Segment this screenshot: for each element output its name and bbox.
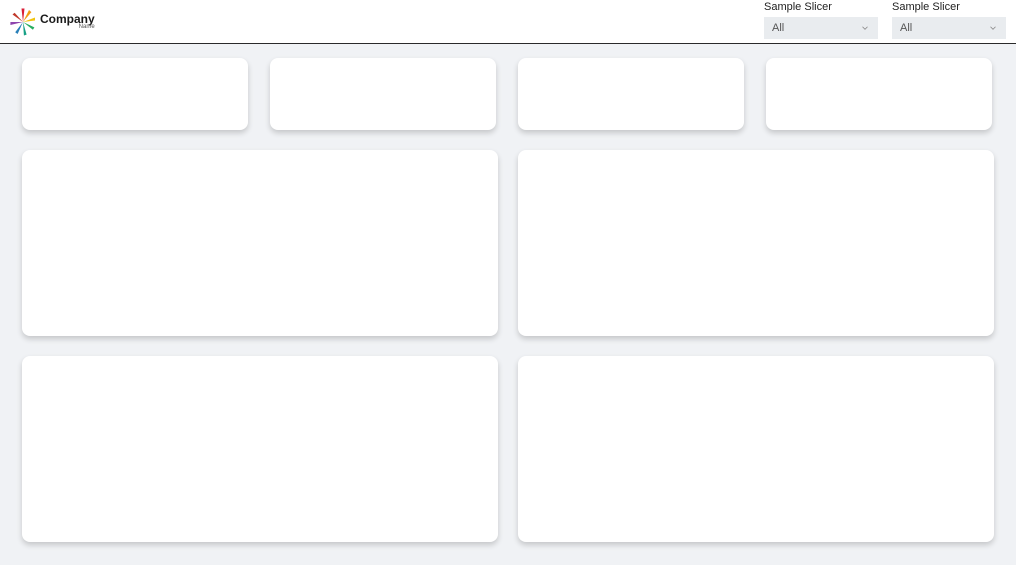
slicer-2-label: Sample Slicer bbox=[892, 1, 1006, 13]
logo-text: Company Name bbox=[40, 13, 95, 30]
slicer-2-value: All bbox=[900, 22, 912, 34]
chevron-down-icon bbox=[860, 23, 870, 33]
slicer-1-label: Sample Slicer bbox=[764, 1, 878, 13]
kpi-card-2[interactable] bbox=[270, 58, 496, 130]
chevron-down-icon bbox=[988, 23, 998, 33]
logo-sub-text: Name bbox=[79, 24, 95, 30]
mid-row bbox=[22, 150, 994, 336]
bottom-row bbox=[22, 356, 994, 542]
slicer-1: Sample Slicer All bbox=[764, 0, 878, 39]
slicer-1-value: All bbox=[772, 22, 784, 34]
chart-card-4[interactable] bbox=[518, 356, 994, 542]
slicer-1-dropdown[interactable]: All bbox=[764, 17, 878, 39]
kpi-row bbox=[22, 58, 994, 130]
chart-card-1[interactable] bbox=[22, 150, 498, 336]
kpi-card-4[interactable] bbox=[766, 58, 992, 130]
kpi-card-1[interactable] bbox=[22, 58, 248, 130]
slicer-group: Sample Slicer All Sample Slicer All bbox=[764, 0, 1006, 43]
slicer-2: Sample Slicer All bbox=[892, 0, 1006, 39]
kpi-card-3[interactable] bbox=[518, 58, 744, 130]
company-logo: Company Name bbox=[8, 7, 95, 37]
chart-card-3[interactable] bbox=[22, 356, 498, 542]
chart-card-2[interactable] bbox=[518, 150, 994, 336]
starburst-logo-icon bbox=[8, 7, 38, 37]
header: Company Name Sample Slicer All Sample Sl… bbox=[0, 0, 1016, 44]
dashboard-content bbox=[0, 44, 1016, 556]
slicer-2-dropdown[interactable]: All bbox=[892, 17, 1006, 39]
